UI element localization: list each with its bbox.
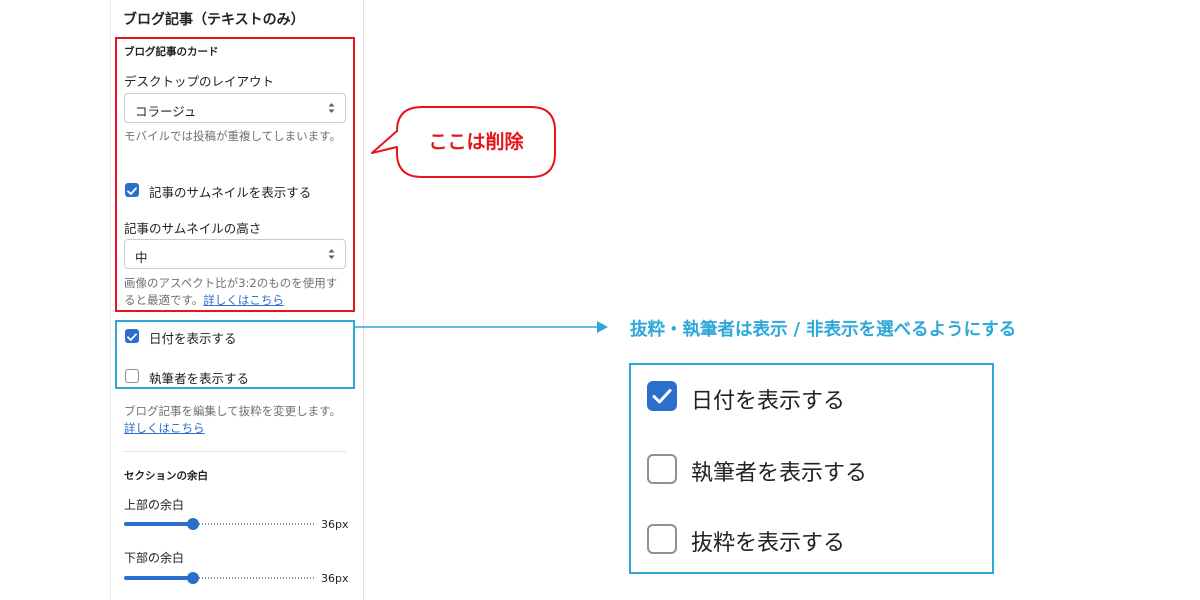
zoomed-options-box: 日付を表示する 執筆者を表示する 抜粋を表示する <box>629 363 994 574</box>
arrow-head-icon <box>597 321 608 333</box>
annotation-headline: 抜粋・執筆者は表示 / 非表示を選べるようにする <box>630 320 1017 340</box>
zoom-excerpt-label: 抜粋を表示する <box>691 531 846 556</box>
checkmark-icon <box>652 389 672 404</box>
zoom-date-checkbox[interactable] <box>647 381 677 411</box>
zoom-date-label: 日付を表示する <box>691 389 846 414</box>
zoom-author-checkbox[interactable] <box>647 454 677 484</box>
annotation-overlay <box>355 106 608 333</box>
delete-note: ここは削除 <box>428 131 524 153</box>
zoom-excerpt-checkbox[interactable] <box>647 524 677 554</box>
zoom-author-label: 執筆者を表示する <box>691 461 868 486</box>
